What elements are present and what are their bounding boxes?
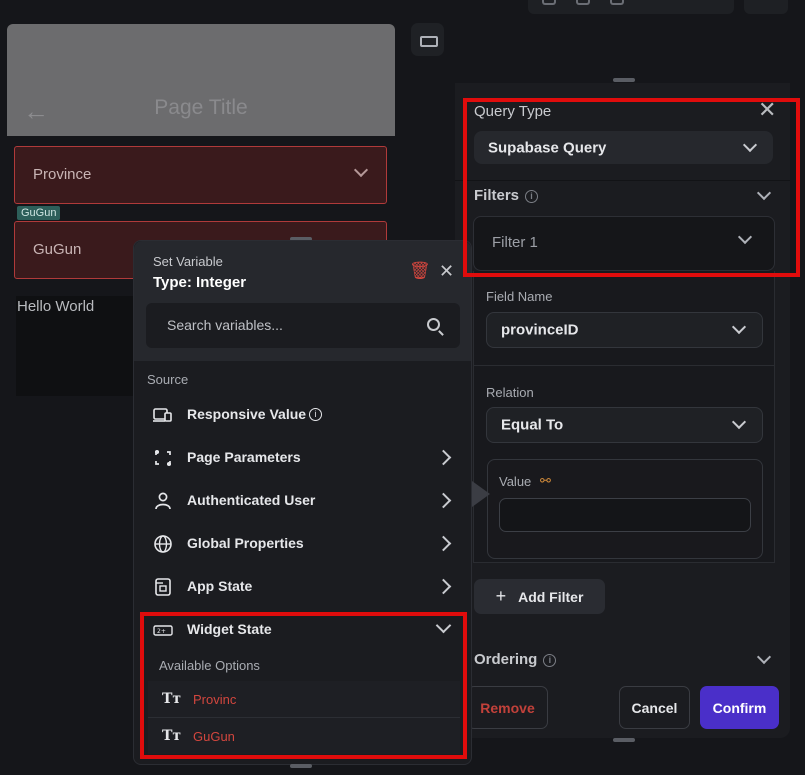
add-filter-button[interactable]: + Add Filter	[474, 579, 605, 614]
cancel-button[interactable]: Cancel	[619, 686, 690, 729]
user-icon	[155, 492, 171, 510]
value-label: Value	[499, 474, 532, 489]
drag-handle[interactable]	[613, 78, 635, 82]
filter-1-header[interactable]: Filter 1	[473, 216, 775, 271]
app-bar[interactable]: ← Page Title	[7, 24, 395, 136]
globe-icon	[154, 535, 172, 553]
widget-name-tag: GuGun	[17, 206, 61, 220]
relation-dropdown[interactable]: Equal To	[486, 407, 763, 443]
close-icon[interactable]: ✕	[439, 261, 454, 282]
hello-text-widget[interactable]: Hello World	[16, 296, 146, 396]
devices-icon	[153, 408, 172, 422]
province-label: Province	[33, 166, 92, 183]
option-row[interactable]: Tт Provinc	[148, 681, 460, 717]
popup-connector	[472, 481, 490, 507]
variable-search[interactable]: Search variables...	[146, 303, 460, 348]
hello-text: Hello World	[17, 298, 95, 315]
source-responsive-value[interactable]: Responsive Value i	[134, 393, 471, 436]
chevron-right-icon	[435, 492, 452, 509]
set-variable-header: Set Variable Type: Integer 🗑 ✕ Search va…	[134, 241, 471, 361]
value-box: Value ⚯	[487, 459, 763, 559]
chevron-down-icon	[737, 229, 753, 245]
option-name: GuGun	[193, 729, 235, 744]
query-type-value: Supabase Query	[488, 139, 607, 156]
top-toolbar	[528, 0, 734, 14]
toolbar-icon[interactable]	[576, 0, 590, 5]
preview-toggle-button[interactable]	[411, 23, 444, 56]
query-panel: Query Type ✕ Supabase Query Filters i Fil…	[455, 83, 790, 738]
filter-name: Filter 1	[492, 234, 538, 251]
chevron-down-icon	[731, 414, 747, 430]
drag-handle[interactable]	[290, 764, 312, 768]
app-state-icon	[155, 578, 171, 596]
text-type-icon: Tт	[162, 728, 182, 744]
chevron-right-icon	[435, 578, 452, 595]
variable-icon[interactable]: ⚯	[540, 473, 551, 489]
available-options-label: Available Options	[159, 658, 260, 673]
gugun-label: GuGun	[33, 241, 82, 258]
query-type-label: Query Type	[474, 103, 552, 120]
svg-text:2+: 2+	[157, 628, 166, 635]
query-type-section: Query Type ✕ Supabase Query	[455, 83, 790, 180]
chevron-down-icon	[742, 137, 758, 152]
widget-state-icon: 2+	[153, 625, 173, 636]
chevron-right-icon	[435, 535, 452, 552]
option-row[interactable]: Tт GuGun	[148, 718, 460, 754]
trash-icon[interactable]: 🗑	[409, 261, 431, 281]
info-icon[interactable]: i	[543, 653, 557, 667]
value-input[interactable]	[499, 498, 751, 532]
filters-label: Filters i	[474, 187, 539, 204]
chevron-down-icon	[435, 617, 452, 634]
chevron-down-icon	[731, 319, 747, 335]
info-icon[interactable]: i	[309, 408, 322, 421]
text-type-icon: Tт	[162, 691, 182, 707]
field-name-dropdown[interactable]: provinceID	[486, 312, 763, 348]
search-icon	[427, 318, 440, 331]
toolbar-icon[interactable]	[610, 0, 624, 5]
option-name: Provinc	[193, 692, 237, 707]
toolbar-icon[interactable]	[542, 0, 556, 5]
source-label-text: Widget State	[187, 621, 272, 637]
source-widget-state[interactable]: 2+ Widget State	[134, 608, 471, 651]
search-input[interactable]: Search variables...	[167, 317, 283, 333]
field-name-label: Field Name	[486, 289, 553, 304]
source-label-text: App State	[187, 578, 253, 594]
source-label-text: Page Parameters	[187, 449, 301, 465]
remove-button[interactable]: Remove	[467, 686, 548, 729]
source-page-parameters[interactable]: Page Parameters	[134, 436, 471, 479]
relation-value: Equal To	[501, 416, 564, 434]
popup-type: Type: Integer	[153, 274, 247, 291]
set-variable-popup: Set Variable Type: Integer 🗑 ✕ Search va…	[133, 240, 472, 765]
source-label-text: Responsive Value	[187, 406, 307, 422]
chevron-down-icon	[353, 162, 369, 178]
plus-icon: +	[495, 586, 507, 606]
relation-label: Relation	[486, 385, 534, 400]
source-app-state[interactable]: App State	[134, 565, 471, 608]
field-name-value: provinceID	[501, 321, 579, 339]
source-global-properties[interactable]: Global Properties	[134, 522, 471, 565]
chevron-down-icon[interactable]	[756, 649, 772, 665]
chevron-right-icon	[435, 449, 452, 466]
drag-handle[interactable]	[613, 738, 635, 742]
confirm-button[interactable]: Confirm	[700, 686, 779, 729]
source-label-text: Global Properties	[187, 535, 304, 551]
source-authenticated-user[interactable]: Authenticated User	[134, 479, 471, 522]
info-icon[interactable]: i	[525, 189, 539, 203]
page-params-icon	[155, 450, 171, 466]
query-type-dropdown[interactable]: Supabase Query	[474, 131, 773, 164]
close-icon[interactable]: ✕	[758, 97, 776, 123]
filter-1-body: Field Name provinceID Relation Equal To …	[473, 271, 775, 563]
popup-heading: Set Variable	[153, 254, 223, 269]
toolbar-button[interactable]	[744, 0, 788, 14]
source-label: Source	[147, 372, 189, 387]
ordering-label: Ordering i	[474, 651, 557, 668]
province-dropdown[interactable]: Province	[14, 146, 387, 204]
page-title: Page Title	[154, 96, 248, 119]
chevron-down-icon[interactable]	[756, 185, 772, 201]
source-label-text: Authenticated User	[187, 492, 316, 508]
